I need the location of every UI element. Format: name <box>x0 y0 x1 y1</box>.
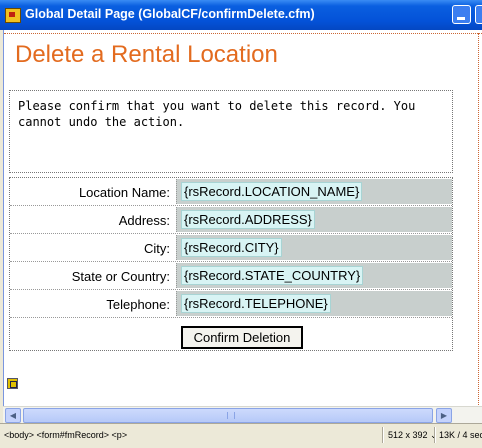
state-country-cell: {rsRecord.STATE_COUNTRY} <box>176 263 452 288</box>
confirm-deletion-button[interactable]: Confirm Deletion <box>181 326 303 349</box>
telephone-cell: {rsRecord.TELEPHONE} <box>176 291 452 316</box>
record-form: Location Name: {rsRecord.LOCATION_NAME} … <box>9 177 453 351</box>
app-icon <box>5 8 21 23</box>
form-row-location-name: Location Name: {rsRecord.LOCATION_NAME} <box>10 178 452 206</box>
region-guide-line <box>4 33 482 34</box>
form-row-telephone: Telephone: {rsRecord.TELEPHONE} <box>10 290 452 318</box>
city-binding[interactable]: {rsRecord.CITY} <box>181 238 282 257</box>
download-size: 13K / 4 sec <box>439 430 482 440</box>
horizontal-scrollbar[interactable]: ◀ ▶ <box>3 406 482 423</box>
state-country-binding[interactable]: {rsRecord.STATE_COUNTRY} <box>181 266 364 285</box>
invisible-element-marker-icon[interactable] <box>7 378 18 389</box>
confirm-message: Please confirm that you want to delete t… <box>18 99 416 129</box>
address-cell: {rsRecord.ADDRESS} <box>176 207 452 232</box>
address-label: Address: <box>118 213 170 228</box>
location-name-binding[interactable]: {rsRecord.LOCATION_NAME} <box>181 182 363 201</box>
scrollbar-thumb[interactable] <box>23 408 433 423</box>
location-name-cell: {rsRecord.LOCATION_NAME} <box>176 179 452 204</box>
tag-selector[interactable]: <body> <form#fmRecord> <p> <box>4 430 127 440</box>
maximize-button[interactable] <box>475 5 482 24</box>
telephone-binding[interactable]: {rsRecord.TELEPHONE} <box>181 294 331 313</box>
page-heading: Delete a Rental Location <box>15 41 278 68</box>
window-titlebar[interactable]: Global Detail Page (GlobalCF/confirmDele… <box>0 0 482 30</box>
status-bar: <body> <form#fmRecord> <p> 512 x 392 ⌄ 1… <box>0 423 482 448</box>
location-name-label: Location Name: <box>78 185 170 200</box>
telephone-label: Telephone: <box>106 297 170 312</box>
message-container: Please confirm that you want to delete t… <box>9 90 453 173</box>
form-row-state-country: State or Country: {rsRecord.STATE_COUNTR… <box>10 262 452 290</box>
city-cell: {rsRecord.CITY} <box>176 235 452 260</box>
status-separator <box>434 427 436 443</box>
form-row-address: Address: {rsRecord.ADDRESS} <box>10 206 452 234</box>
address-binding[interactable]: {rsRecord.ADDRESS} <box>181 210 315 229</box>
window-title: Global Detail Page (GlobalCF/confirmDele… <box>25 7 315 21</box>
region-edge-guide <box>478 33 479 406</box>
design-view-canvas[interactable]: Delete a Rental Location Please confirm … <box>3 30 482 406</box>
city-label: City: <box>144 241 170 256</box>
scroll-left-button[interactable]: ◀ <box>5 408 21 423</box>
form-row-city: City: {rsRecord.CITY} <box>10 234 452 262</box>
status-separator <box>382 427 384 443</box>
state-country-label: State or Country: <box>71 269 170 284</box>
thumb-grip-icon <box>227 412 235 419</box>
minimize-button[interactable] <box>452 5 471 24</box>
window-size-menu[interactable]: 512 x 392 ⌄ <box>388 430 438 441</box>
scroll-right-button[interactable]: ▶ <box>436 408 452 423</box>
